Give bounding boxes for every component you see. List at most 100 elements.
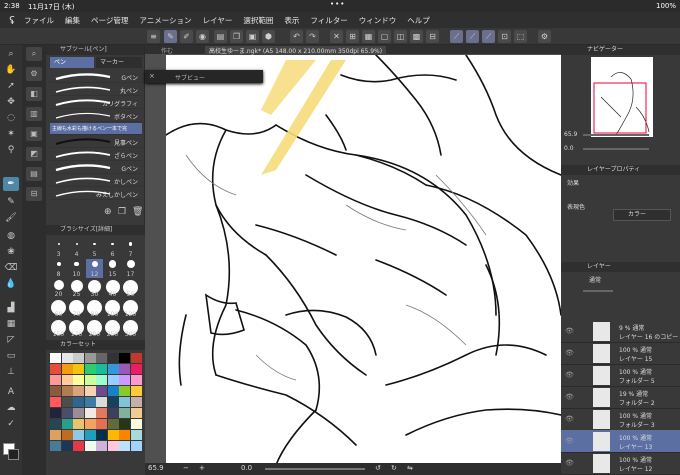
edit-icon[interactable]: ✎ [164, 30, 177, 43]
pen-tool-icon[interactable]: ✐ [180, 30, 193, 43]
brush-size-cell[interactable]: 4 [68, 239, 85, 258]
stroke-icon[interactable]: ⬚ [514, 30, 527, 43]
color-swatch[interactable] [107, 441, 119, 451]
color-swatch[interactable] [50, 419, 61, 429]
brush-size-cell[interactable]: 17 [122, 259, 139, 278]
color-swatch[interactable] [73, 353, 84, 363]
delete-subtool-icon[interactable]: 🗑 [132, 207, 143, 217]
multitask-dots[interactable]: ••• [330, 0, 345, 8]
subtool-c-icon[interactable]: ▣ [26, 127, 42, 141]
subtool-settings-icon[interactable]: ⚙ [26, 67, 42, 81]
color-swatch[interactable] [107, 419, 119, 429]
tab-label[interactable]: 作む [161, 46, 173, 55]
color-swatch[interactable] [73, 375, 84, 385]
menu-page[interactable]: ページ管理 [91, 15, 128, 26]
subtool-a-icon[interactable]: ◧ [26, 87, 42, 101]
brush-item[interactable]: ざらペン [50, 149, 142, 161]
rotate-right-icon[interactable]: ↻ [391, 464, 397, 472]
subtool-d-icon[interactable]: ◩ [26, 147, 42, 161]
color-swatch[interactable] [84, 375, 96, 385]
color-swatch[interactable] [130, 441, 142, 451]
fill-icon[interactable]: ▟ [3, 301, 19, 315]
pen-icon[interactable]: ✒ [3, 177, 19, 191]
layer-row[interactable]: 👁 100 % 通常 レイヤー 12 [561, 452, 680, 475]
color-swatch[interactable] [73, 430, 84, 440]
color-swatch[interactable] [119, 397, 130, 407]
deselect-icon[interactable]: ▢ [378, 30, 391, 43]
color-swatch[interactable] [61, 441, 73, 451]
color-swatch[interactable] [119, 408, 130, 418]
color-swatch[interactable] [107, 353, 119, 363]
zoom-in-icon[interactable]: + [199, 464, 205, 472]
color-swatch[interactable] [50, 408, 61, 418]
color-swatch[interactable] [107, 430, 119, 440]
flip-icon[interactable]: ⇋ [407, 464, 413, 472]
fill-selection-icon[interactable]: ▩ [410, 30, 423, 43]
text-icon[interactable]: A [3, 385, 19, 399]
brush-size-cell[interactable]: 60 [50, 299, 67, 318]
brush-size-cell[interactable]: 80 [86, 299, 103, 318]
app-logo-icon[interactable]: ʢ [0, 14, 24, 27]
brush-item[interactable]: 見事ペン [50, 136, 142, 148]
zoom-icon[interactable]: ⌕ [3, 47, 19, 61]
color-swatch[interactable] [96, 430, 107, 440]
brush-item[interactable]: みえしかしペン [50, 188, 142, 200]
color-swatch[interactable] [84, 408, 96, 418]
eye-icon[interactable]: ◉ [196, 30, 209, 43]
navigator-angle[interactable]: 0.0 [564, 145, 574, 152]
color-swatch[interactable] [107, 375, 119, 385]
zoom-out-icon[interactable]: − [183, 464, 189, 472]
invert-selection-icon[interactable]: ◫ [394, 30, 407, 43]
brush-size-cell[interactable]: 150 [50, 319, 67, 338]
color-swatch[interactable] [96, 386, 107, 396]
gradient-icon[interactable]: ▦ [3, 317, 19, 331]
color-swatch[interactable] [119, 364, 130, 374]
navigator-preview[interactable] [591, 57, 653, 137]
color-swatch[interactable] [73, 441, 84, 451]
lasso-icon[interactable]: ◌ [3, 111, 19, 125]
color-swatch[interactable] [50, 386, 61, 396]
menu-animation[interactable]: アニメーション [139, 15, 191, 26]
blend-mode-select[interactable]: 通常 [589, 275, 601, 284]
sub-color-swatch[interactable] [8, 449, 19, 460]
brush-item[interactable]: Gペン [50, 162, 142, 174]
color-swatch[interactable] [130, 375, 142, 385]
color-swatch[interactable] [50, 353, 61, 363]
brush-item[interactable]: かしペン [50, 175, 142, 187]
brush-item[interactable]: Gペン [50, 71, 142, 83]
color-swatch[interactable] [96, 353, 107, 363]
undo-icon[interactable]: ↶ [290, 30, 303, 43]
paint-icon[interactable]: ⬢ [262, 30, 275, 43]
add-subtool-icon[interactable]: ⊕ [104, 207, 112, 217]
rotate-left-icon[interactable]: ↺ [375, 464, 381, 472]
color-swatch[interactable] [96, 408, 107, 418]
color-swatch[interactable] [119, 441, 130, 451]
color-swatch[interactable] [61, 364, 73, 374]
eye-icon[interactable]: 👁 [565, 415, 574, 423]
grid-icon[interactable]: ⊟ [426, 30, 439, 43]
brush-size-cell[interactable]: 170 [68, 319, 85, 338]
layer-row[interactable]: 👁 100 % 通常 レイヤー 15 [561, 342, 680, 365]
color-swatch[interactable] [61, 430, 73, 440]
subview-popup[interactable]: × サブビュー [145, 70, 263, 83]
eye-icon[interactable]: 👁 [565, 437, 574, 445]
color-swatch[interactable] [50, 441, 61, 451]
brush-size-cell[interactable]: 300 [122, 319, 139, 338]
menu-edit[interactable]: 編集 [65, 15, 80, 26]
copy-subtool-icon[interactable]: ❐ [118, 207, 126, 217]
auto-select-icon[interactable]: ✶ [3, 127, 19, 141]
color-swatch[interactable] [119, 430, 130, 440]
eyedropper-icon[interactable]: ⚲ [3, 143, 19, 157]
color-swatch[interactable] [130, 408, 142, 418]
color-swatch[interactable] [61, 408, 73, 418]
new-page-icon[interactable]: ▤ [214, 30, 227, 43]
color-swatch[interactable] [119, 353, 130, 363]
brush-size-cell[interactable]: 7 [122, 239, 139, 258]
subtool-b-icon[interactable]: ▥ [26, 107, 42, 121]
color-swatch[interactable] [96, 419, 107, 429]
ruler-tool-icon[interactable]: ⊥ [3, 365, 19, 379]
clear-icon[interactable]: ✕ [330, 30, 343, 43]
correction-icon[interactable]: ✓ [3, 417, 19, 431]
color-swatch[interactable] [96, 397, 107, 407]
brush-item[interactable]: 丸ペン [50, 84, 142, 96]
